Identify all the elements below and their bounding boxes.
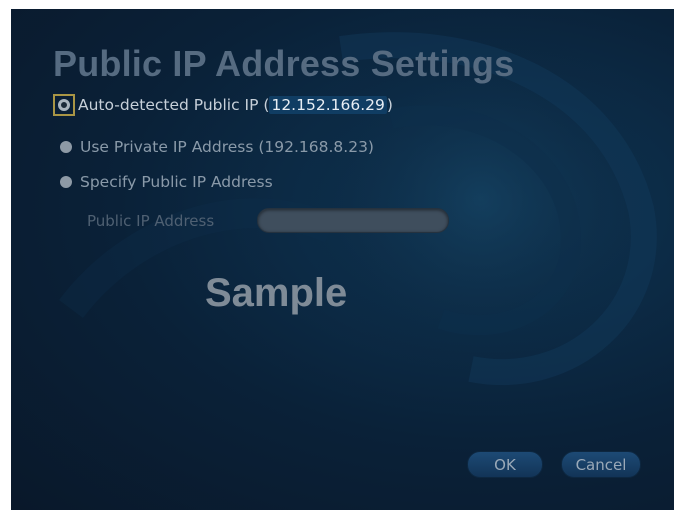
radio-dot-checked (58, 99, 70, 111)
option-private-ip[interactable]: Use Private IP Address (192.168.8.23) (55, 136, 374, 158)
sample-watermark: Sample (205, 271, 348, 315)
option-label-prefix: Auto-detected Public IP ( (78, 96, 270, 114)
option-auto-detected-ip[interactable]: Auto-detected Public IP (12.152.166.29) (53, 94, 393, 116)
radio-dot (60, 176, 72, 188)
option-auto-detected-label: Auto-detected Public IP (12.152.166.29) (78, 96, 393, 114)
public-ip-input[interactable] (257, 208, 449, 233)
ok-button[interactable]: OK (467, 451, 543, 478)
option-label-suffix: ) (386, 96, 393, 114)
detected-ip-value: 12.152.166.29 (269, 96, 387, 114)
radio-dot (60, 141, 72, 153)
settings-dialog: Public IP Address Settings Auto-detected… (11, 9, 674, 510)
option-specify-ip-label: Specify Public IP Address (80, 173, 273, 191)
option-private-ip-label: Use Private IP Address (192.168.8.23) (80, 138, 374, 156)
page-title: Public IP Address Settings (53, 43, 515, 84)
option-specify-ip[interactable]: Specify Public IP Address (55, 171, 273, 193)
public-ip-field-label: Public IP Address (87, 212, 215, 230)
radio-button-selected[interactable] (53, 94, 75, 116)
cancel-button[interactable]: Cancel (561, 451, 641, 478)
radio-button[interactable] (55, 171, 77, 193)
radio-button[interactable] (55, 136, 77, 158)
